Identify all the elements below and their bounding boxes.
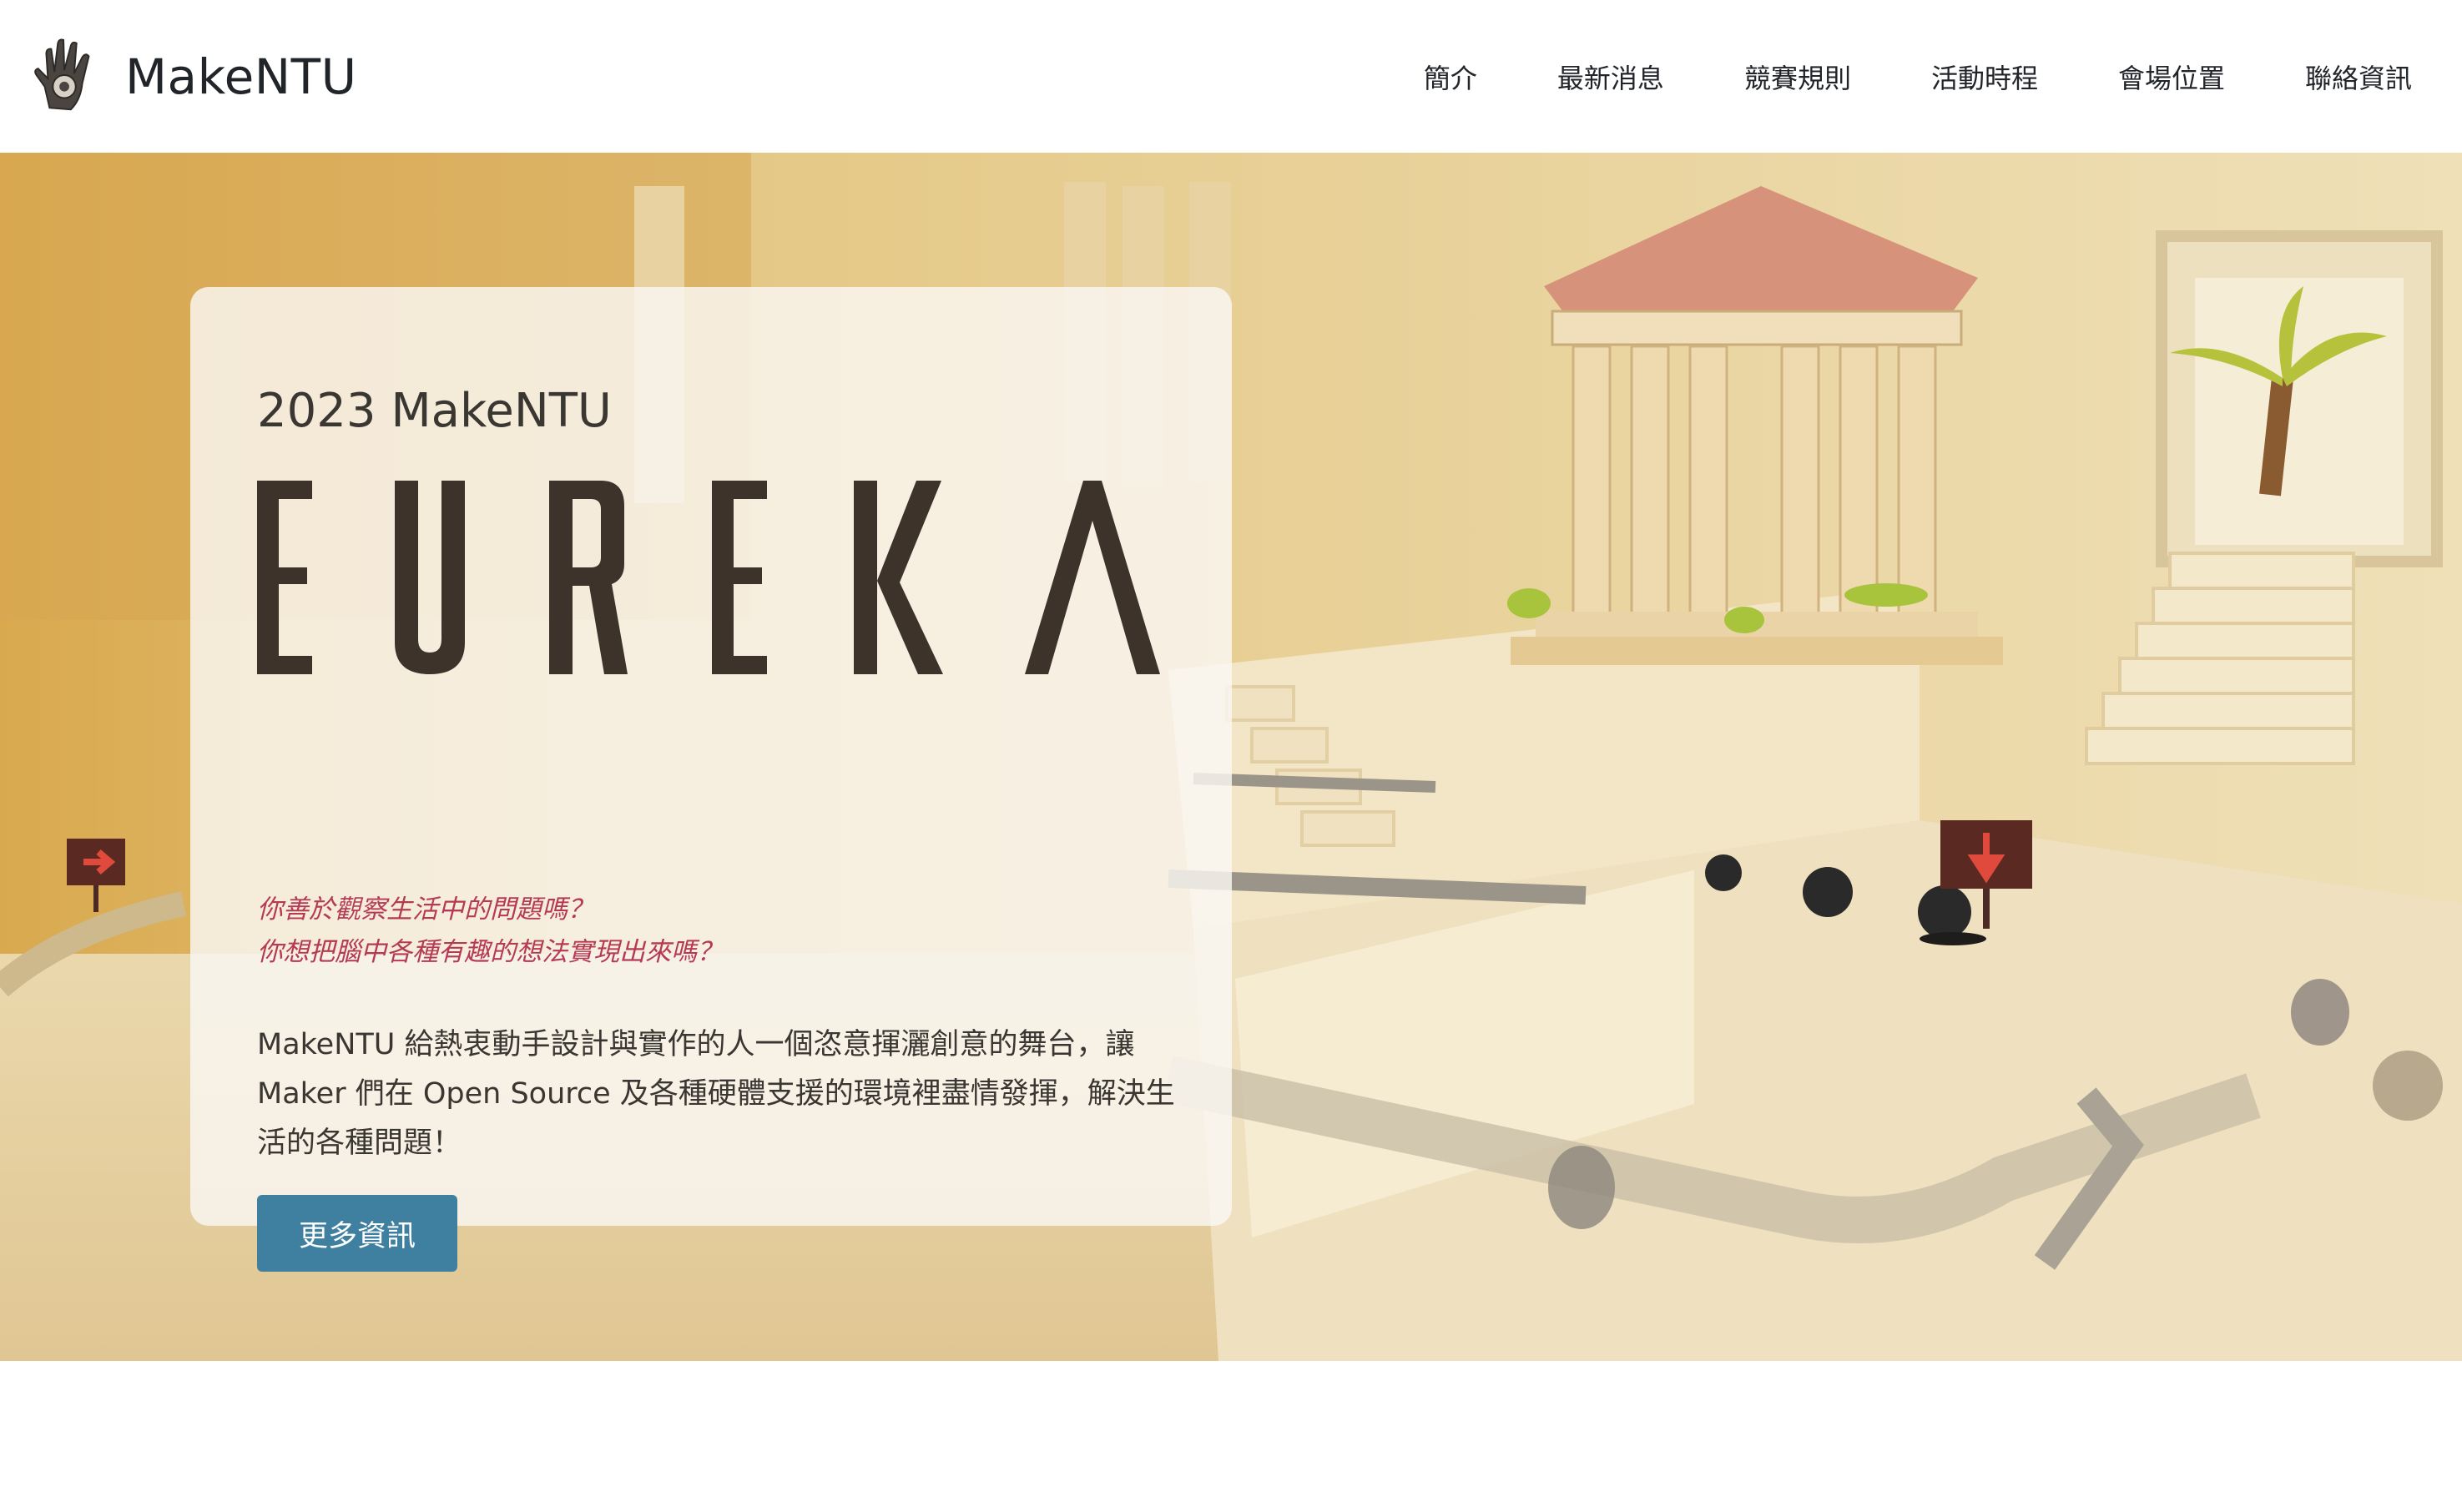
nav-item-contact[interactable]: 聯絡資訊 xyxy=(2305,58,2412,96)
hero-question-2: 你想把腦中各種有趣的想法實現出來嗎？ xyxy=(257,937,723,967)
brand-name: MakeNTU xyxy=(125,48,357,105)
event-title: 2023 MakeNTU xyxy=(257,384,612,438)
page-content-area xyxy=(0,1361,2462,1512)
nav-menu: 簡介 最新消息 競賽規則 活動時程 會場位置 聯絡資訊 xyxy=(1344,58,2412,96)
more-info-button[interactable]: 更多資訊 xyxy=(257,1195,457,1272)
top-navbar: MakeNTU 簡介 最新消息 競賽規則 活動時程 會場位置 聯絡資訊 xyxy=(0,0,2462,153)
hero-intro-card: 2023 MakeNTU 你善於觀察生活中的問題嗎？ 你想把腦中各種有趣的想法實… xyxy=(190,287,1232,1272)
hero-question-1: 你善於觀察生活中的問題嗎？ xyxy=(257,895,593,925)
nav-item-schedule[interactable]: 活動時程 xyxy=(1931,58,2038,96)
hero-section: 2023 MakeNTU 你善於觀察生活中的問題嗎？ 你想把腦中各種有趣的想法實… xyxy=(0,153,2462,1361)
nav-item-news[interactable]: 最新消息 xyxy=(1557,58,1664,96)
eureka-logo xyxy=(257,481,1160,674)
nav-item-venue[interactable]: 會場位置 xyxy=(2118,58,2225,96)
hand-gear-logo-icon xyxy=(34,38,90,110)
nav-item-rules[interactable]: 競賽規則 xyxy=(1744,58,1851,96)
nav-item-intro[interactable]: 簡介 xyxy=(1424,58,1477,96)
brand[interactable]: MakeNTU xyxy=(25,34,357,119)
hero-description: MakeNTU 給熱衷動手設計與實作的人一個恣意揮灑創意的舞台，讓 Maker … xyxy=(257,1028,1175,1160)
